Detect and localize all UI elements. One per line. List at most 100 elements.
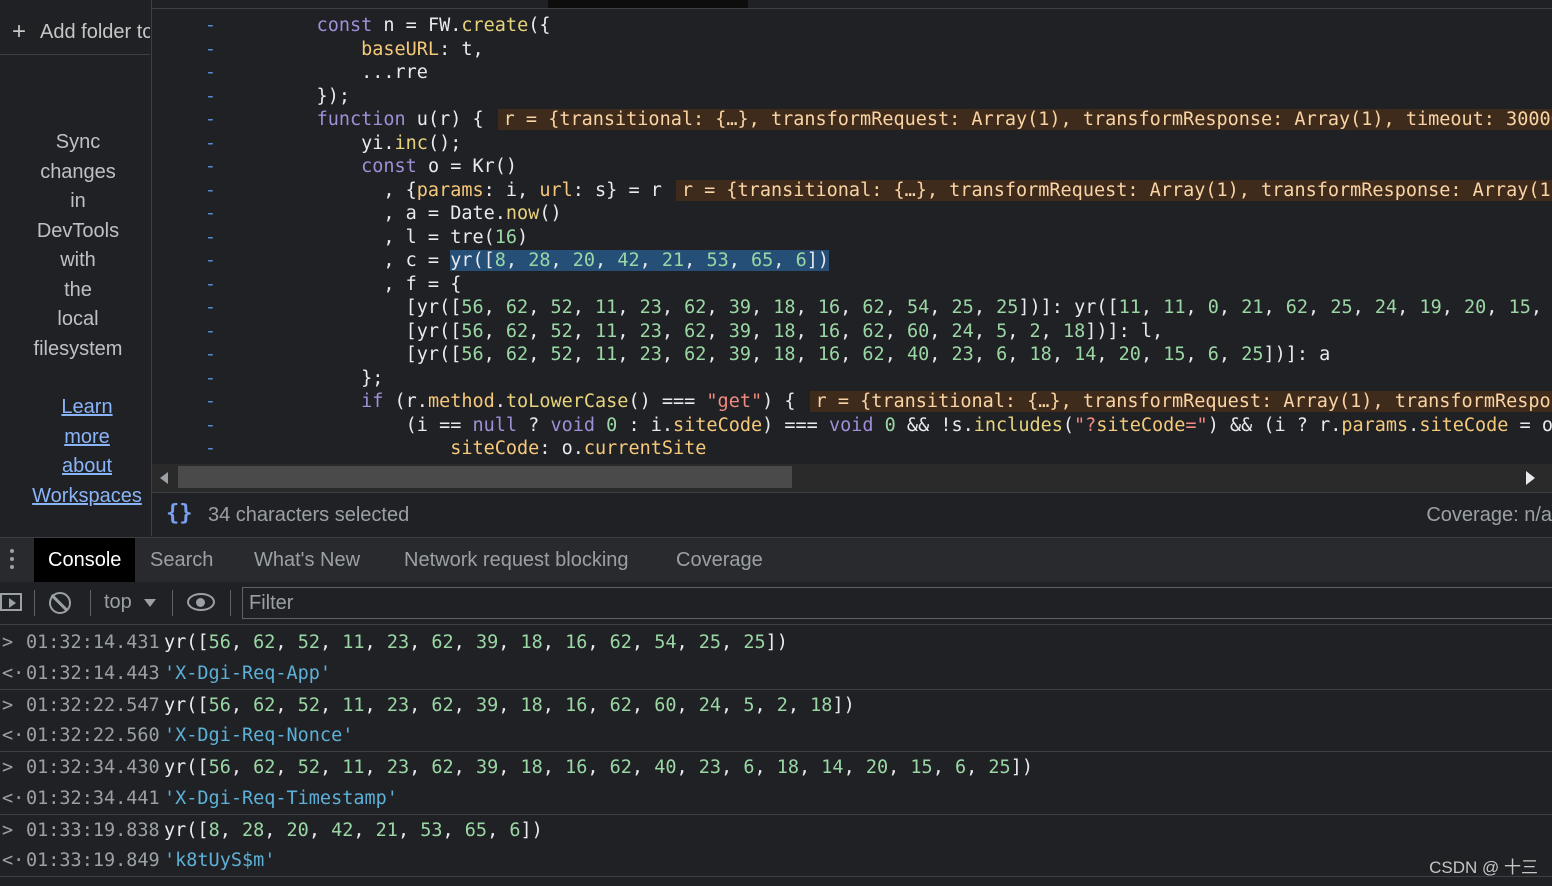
console-expression[interactable]: yr([56, 62, 52, 11, 23, 62, 39, 18, 16, … (164, 627, 788, 658)
console-input-row[interactable]: >01:32:14.431 yr([56, 62, 52, 11, 23, 62,… (0, 627, 1552, 658)
code-text[interactable]: [yr([56, 62, 52, 11, 23, 62, 39, 18, 16,… (272, 343, 1331, 367)
console-input-row[interactable]: >01:33:19.838 yr([8, 28, 20, 42, 21, 53, … (0, 815, 1552, 846)
gutter-marker[interactable]: - (152, 85, 216, 109)
learn-link-line[interactable]: about (10, 452, 164, 482)
console-input-row[interactable]: >01:32:34.430 yr([56, 62, 52, 11, 23, 62,… (0, 752, 1552, 783)
code-text[interactable]: if (r.method.toLowerCase() === "get") {r… (272, 390, 1552, 414)
gutter-marker[interactable]: - (152, 273, 216, 297)
learn-link-line[interactable]: Learn (10, 393, 164, 423)
code-line[interactable]: - , l = tre(16) (152, 226, 1552, 250)
code-line[interactable]: - ...rre (152, 61, 1552, 85)
console-result[interactable]: 'X-Dgi-Req-App' (164, 658, 331, 689)
gutter-marker[interactable]: - (152, 108, 216, 132)
code-line[interactable]: - }); (152, 85, 1552, 109)
code-text[interactable]: const o = Kr() (272, 155, 517, 179)
code-line[interactable]: - [yr([56, 62, 52, 11, 23, 62, 39, 18, 1… (152, 343, 1552, 367)
execution-context-selector[interactable]: top (104, 591, 132, 614)
selected-text[interactable]: yr([8, 28, 20, 42, 21, 53, 65, 6]) (450, 250, 829, 271)
console-expression[interactable]: yr([56, 62, 52, 11, 23, 62, 39, 18, 16, … (164, 752, 1033, 783)
code-text[interactable]: (i == null ? void 0 : i.siteCode) === vo… (272, 414, 1552, 438)
gutter-marker[interactable]: - (152, 132, 216, 156)
clear-console-icon[interactable] (49, 592, 71, 614)
console-result[interactable]: 'k8tUyS$m' (164, 845, 275, 876)
code-line[interactable]: - const n = FW.create({ (152, 14, 1552, 38)
gutter-marker[interactable]: - (152, 343, 216, 367)
coverage-status[interactable]: Coverage: n/a (1426, 504, 1552, 527)
console-expression[interactable]: yr([8, 28, 20, 42, 21, 53, 65, 6]) (164, 815, 543, 846)
console-result-row[interactable]: <· 01:33:19.849'k8tUyS$m' (0, 845, 1552, 877)
code-line[interactable]: - (i == null ? void 0 : i.siteCode) === … (152, 414, 1552, 438)
code-line[interactable]: - [yr([56, 62, 52, 11, 23, 62, 39, 18, 1… (152, 296, 1552, 320)
console-filter-input[interactable] (242, 587, 1552, 619)
gutter-marker[interactable]: - (152, 179, 216, 203)
code-line[interactable]: - function u(r) {r = {transitional: {…},… (152, 108, 1552, 132)
gutter-marker[interactable]: - (152, 296, 216, 320)
source-editor[interactable]: - const n = FW.create({- baseURL: t, - ..… (152, 0, 1552, 464)
console-result[interactable]: 'X-Dgi-Req-Timestamp' (164, 783, 398, 814)
live-expression-eye-icon[interactable] (187, 593, 215, 611)
gutter-marker[interactable]: - (152, 249, 216, 273)
gutter-marker[interactable]: - (152, 367, 216, 391)
code-text[interactable]: }); (272, 85, 350, 109)
code-text[interactable]: [yr([56, 62, 52, 11, 23, 62, 39, 18, 16,… (272, 296, 1552, 320)
code-line[interactable]: - const o = Kr() (152, 155, 1552, 179)
gutter-marker[interactable]: - (152, 38, 216, 62)
learn-link-line[interactable]: Workspaces (10, 482, 164, 512)
console-result-row[interactable]: <· 01:32:22.560 'X-Dgi-Req-Nonce' (0, 720, 1552, 752)
scrollbar-thumb[interactable] (178, 466, 792, 488)
tab-network-request-blocking[interactable]: Network request blocking (390, 538, 643, 582)
code-line[interactable]: - , c = yr([8, 28, 20, 42, 21, 53, 65, 6… (152, 249, 1552, 273)
gutter-marker[interactable]: - (152, 14, 216, 38)
tab-coverage[interactable]: Coverage (662, 538, 777, 582)
code-text[interactable]: yi.inc(); (272, 132, 461, 156)
code-text[interactable]: siteCode: o.currentSite (272, 437, 706, 461)
pretty-print-icon[interactable]: {} (166, 501, 193, 526)
console-input-row[interactable]: >01:32:22.547 yr([56, 62, 52, 11, 23, 62,… (0, 690, 1552, 721)
code-line[interactable]: - if (r.method.toLowerCase() === "get") … (152, 390, 1552, 414)
gutter-marker[interactable]: - (152, 202, 216, 226)
code-text[interactable]: , a = Date.now() (272, 202, 561, 226)
code-line[interactable]: - yi.inc(); (152, 132, 1552, 156)
code-text[interactable]: const n = FW.create({ (272, 14, 551, 38)
gutter-marker[interactable]: - (152, 61, 216, 85)
tab-console[interactable]: Console (34, 538, 136, 582)
gutter-marker[interactable]: - (152, 226, 216, 250)
code-line[interactable]: - [yr([56, 62, 52, 11, 23, 62, 39, 18, 1… (152, 320, 1552, 344)
code-text[interactable]: [yr([56, 62, 52, 11, 23, 62, 39, 18, 16,… (272, 320, 1164, 344)
code-line[interactable]: - , {params: i, url: s} = rr = {transiti… (152, 179, 1552, 203)
gutter-marker[interactable]: - (152, 155, 216, 179)
scroll-left-arrow-icon[interactable] (160, 472, 168, 484)
code-line[interactable]: - siteCode: o.currentSite (152, 437, 1552, 461)
code-line[interactable]: - , f = { (152, 273, 1552, 297)
dropdown-caret-icon[interactable] (144, 599, 156, 607)
code-text[interactable]: baseURL: t, (272, 38, 484, 62)
more-tools-menu-icon[interactable] (10, 549, 16, 573)
tab-search[interactable]: Search (136, 538, 227, 582)
code-line[interactable]: - }; (152, 367, 1552, 391)
console-result-row[interactable]: <· 01:32:34.441 'X-Dgi-Req-Timestamp' (0, 783, 1552, 815)
gutter-marker[interactable]: - (152, 390, 216, 414)
code-text[interactable]: ...rre (272, 61, 428, 85)
show-console-sidebar-icon[interactable] (0, 593, 22, 611)
code-line[interactable]: - , a = Date.now() (152, 202, 1552, 226)
horizontal-scrollbar[interactable] (152, 464, 1552, 492)
gutter-marker[interactable]: - (152, 320, 216, 344)
code-text[interactable]: function u(r) {r = {transitional: {…}, t… (272, 108, 1552, 132)
learn-link-line[interactable]: more (10, 423, 164, 453)
gutter-marker[interactable]: - (152, 437, 216, 461)
learn-more-workspaces-link[interactable]: Learn more about Workspaces (10, 393, 164, 511)
console-expression[interactable]: yr([56, 62, 52, 11, 23, 62, 39, 18, 16, … (164, 690, 855, 721)
code-text[interactable]: , {params: i, url: s} = rr = {transition… (272, 179, 1552, 203)
code-line[interactable]: - baseURL: t, (152, 38, 1552, 62)
console-result[interactable]: 'X-Dgi-Req-Nonce' (164, 720, 353, 751)
code-text[interactable]: }; (272, 367, 383, 391)
console-messages[interactable]: >01:32:14.431 yr([56, 62, 52, 11, 23, 62,… (0, 625, 1552, 886)
code-text[interactable]: , f = { (272, 273, 461, 297)
gutter-marker[interactable]: - (152, 414, 216, 438)
code-text[interactable]: , l = tre(16) (272, 226, 528, 250)
tab-whats-new[interactable]: What's New (240, 538, 374, 582)
console-result-row[interactable]: <· 01:32:14.443 'X-Dgi-Req-App' (0, 658, 1552, 690)
scroll-right-arrow-icon[interactable] (1526, 471, 1535, 485)
code-text[interactable]: , c = yr([8, 28, 20, 42, 21, 53, 65, 6]) (272, 249, 829, 273)
add-folder-button[interactable]: + Add folder to (0, 8, 150, 55)
